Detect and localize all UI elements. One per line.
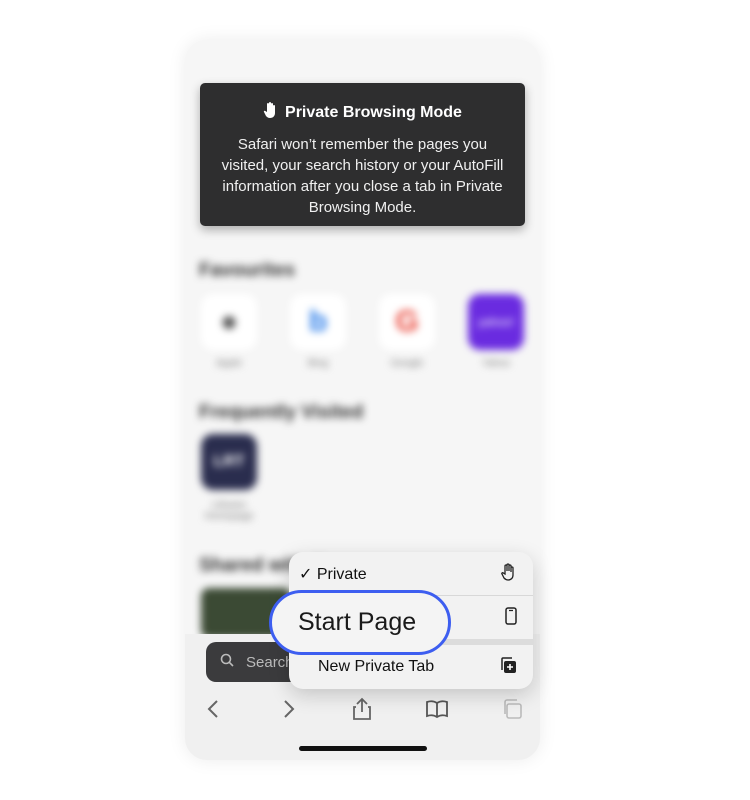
favourite-label-google: Google (390, 358, 424, 369)
favourite-yahoo[interactable]: yahoo! (468, 294, 524, 350)
favourite-label-bing: Bing (307, 358, 328, 369)
apple-icon: ● (219, 305, 239, 338)
banner-title-row: Private Browsing Mode (200, 101, 525, 124)
favourite-label-apple: Apple (216, 358, 242, 369)
new-tab-icon (499, 656, 517, 679)
share-button[interactable] (347, 694, 377, 724)
phone-icon (505, 606, 517, 630)
hand-icon (501, 562, 517, 586)
forward-button[interactable] (274, 694, 304, 724)
banner-body: Safari won’t remember the pages you visi… (221, 136, 504, 216)
yahoo-icon: yahoo! (477, 315, 515, 329)
google-icon: G (395, 305, 419, 338)
home-indicator (299, 746, 427, 751)
frequently-visited-title: Frequently Visited (199, 402, 364, 423)
favourite-google[interactable]: G (379, 294, 435, 350)
share-icon (353, 697, 371, 720)
banner-title: Private Browsing Mode (285, 103, 462, 121)
start-page-button-highlight[interactable]: Start Page (269, 590, 451, 655)
menu-item-private-text: ✓ Private (299, 564, 367, 584)
favourites-title: Favourites (199, 260, 296, 281)
tabs-button[interactable] (497, 694, 527, 724)
menu-item-private-label: Private (316, 566, 367, 583)
frequent-label: Lifewire Homepage (204, 500, 254, 522)
bing-icon: b (308, 305, 328, 338)
checkmark-icon: ✓ (299, 566, 313, 583)
frequent-tile[interactable]: LRT (201, 434, 257, 490)
search-icon (220, 653, 234, 671)
book-icon (426, 700, 448, 719)
search-placeholder: Search (246, 653, 294, 671)
private-browsing-banner: Private Browsing Mode Safari won’t remem… (200, 83, 525, 226)
bookmarks-button[interactable] (422, 694, 452, 724)
hand-icon (263, 101, 279, 124)
favourite-apple[interactable]: ● (201, 294, 257, 350)
menu-item-new-private-tab-label: New Private Tab (318, 658, 435, 675)
chevron-left-icon (207, 700, 218, 718)
favourite-bing[interactable]: b (290, 294, 346, 350)
favourite-label-yahoo: Yahoo (481, 358, 511, 369)
chevron-right-icon (284, 700, 295, 718)
tabs-icon (504, 699, 522, 719)
back-button[interactable] (198, 694, 228, 724)
